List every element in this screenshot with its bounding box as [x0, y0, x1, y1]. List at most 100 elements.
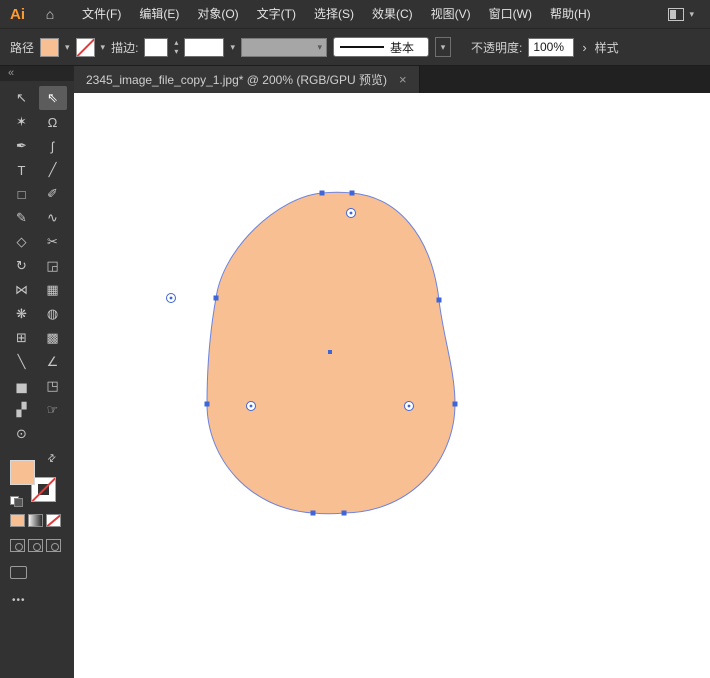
menu-bar: Ai ⌂ 文件(F) 编辑(E) 对象(O) 文字(T) 选择(S) 效果(C) 视图(V)…: [0, 0, 710, 28]
workspace-switcher[interactable]: ▾: [668, 7, 710, 21]
menu-item[interactable]: 选择(S): [305, 0, 363, 28]
document-tab-bar: 2345_image_file_copy_1.jpg* @ 200% (RGB/…: [74, 66, 710, 93]
caret-down-icon: ▾: [174, 46, 179, 56]
document-title: 2345_image_file_copy_1.jpg* @ 200% (RGB/…: [86, 73, 387, 87]
mesh-tool[interactable]: ⊞: [8, 326, 36, 350]
draw-normal-button[interactable]: [10, 539, 25, 552]
eraser-tool[interactable]: ◇: [8, 230, 36, 254]
menu-item[interactable]: 帮助(H): [541, 0, 600, 28]
corner-widget-dot: [349, 211, 353, 215]
slice-tool[interactable]: ▞: [8, 398, 36, 422]
artboard-tool[interactable]: ◳: [39, 374, 67, 398]
center-point[interactable]: [328, 350, 332, 354]
stroke-preview-line: [339, 46, 384, 48]
anchor-point[interactable]: [204, 401, 210, 407]
stroke-weight-stepper[interactable]: ▴ ▾: [174, 37, 179, 56]
anchor-point[interactable]: [341, 510, 347, 516]
anchor-point[interactable]: [213, 295, 219, 301]
draw-behind-button[interactable]: [28, 539, 43, 552]
chevron-right-icon[interactable]: ›: [582, 40, 586, 55]
stroke-weight-select[interactable]: [184, 37, 225, 57]
gradient-tool[interactable]: ▩: [39, 326, 67, 350]
corner-widget-dot: [407, 404, 411, 408]
shaper-tool[interactable]: ∿: [39, 206, 67, 230]
menu-list: 文件(F) 编辑(E) 对象(O) 文字(T) 选择(S) 效果(C) 视图(V) 窗口(W)…: [73, 0, 600, 28]
menu-item[interactable]: 视图(V): [422, 0, 480, 28]
menu-item[interactable]: 窗口(W): [480, 0, 541, 28]
none-button[interactable]: [46, 514, 61, 527]
corner-widget-dot: [249, 404, 253, 408]
scale-tool[interactable]: ◲: [39, 254, 67, 278]
column-graph-tool[interactable]: ▅: [8, 374, 36, 398]
anchor-point[interactable]: [310, 510, 316, 516]
width-profile-select: ▾: [240, 37, 327, 57]
selection-tool[interactable]: ↖: [8, 86, 36, 110]
style-label[interactable]: 样式: [595, 39, 619, 56]
close-icon[interactable]: ×: [399, 72, 407, 87]
illustrator-window: Ai ⌂ 文件(F) 编辑(E) 对象(O) 文字(T) 选择(S) 效果(C) 视图(V)…: [0, 0, 710, 678]
edit-toolbar-button[interactable]: •••: [12, 595, 74, 606]
gradient-button[interactable]: [28, 514, 43, 527]
menu-item[interactable]: 文字(T): [248, 0, 305, 28]
menu-item[interactable]: 编辑(E): [130, 0, 188, 28]
tools-panel: « ↖ ⇖ ✶ Ω ✒ ʃ T ╱ □ ✐ ✎ ∿ ◇ ✂ ↻ ◲ ⋈ ▦ ❋ ◍ ⊞ ▩ ╲ ∠ ▅ ◳ ▞ ☞ ⊙ ⇄ •••: [0, 66, 74, 678]
pen-tool[interactable]: ✒: [8, 134, 36, 158]
anchor-point[interactable]: [436, 297, 442, 303]
magic-wand-tool[interactable]: ✶: [8, 110, 36, 134]
measure-tool[interactable]: ∠: [39, 350, 67, 374]
symbol-sprayer-tool[interactable]: ❋: [8, 302, 36, 326]
eyedropper-tool[interactable]: ╲: [8, 350, 36, 374]
stroke-style-select[interactable]: 基本: [332, 37, 429, 57]
scissors-tool[interactable]: ✂: [39, 230, 67, 254]
home-icon[interactable]: ⌂: [37, 6, 63, 22]
canvas[interactable]: [74, 93, 710, 678]
drawing-mode-row: [10, 539, 74, 552]
collapse-tools-button[interactable]: «: [0, 66, 74, 81]
stroke-style-label: 基本: [389, 40, 414, 55]
stroke-color-swatch[interactable]: [75, 37, 95, 57]
rotate-tool[interactable]: ↻: [8, 254, 36, 278]
rectangle-tool[interactable]: □: [8, 182, 36, 206]
fill-stroke-indicator: ⇄: [10, 452, 59, 507]
anchor-point[interactable]: [349, 190, 355, 196]
menu-item[interactable]: 文件(F): [73, 0, 130, 28]
color-button[interactable]: [10, 514, 25, 527]
empty-slot: [39, 422, 67, 446]
app-logo: Ai: [10, 5, 25, 23]
chevron-down-icon: ▾: [317, 41, 322, 52]
draw-inside-button[interactable]: [46, 539, 61, 552]
line-segment-tool[interactable]: ╱: [39, 158, 67, 182]
blend-tool[interactable]: ◍: [39, 302, 67, 326]
menu-item[interactable]: 效果(C): [363, 0, 422, 28]
lasso-tool[interactable]: Ω: [39, 110, 67, 134]
screen-mode-button[interactable]: [10, 566, 27, 579]
default-fill-stroke-icon[interactable]: [10, 496, 23, 507]
hand-tool[interactable]: ☞: [39, 398, 67, 422]
artwork-svg: [166, 190, 458, 516]
direct-selection-tool[interactable]: ⇖: [38, 86, 67, 110]
anchor-point[interactable]: [452, 401, 458, 407]
paintbrush-tool[interactable]: ✐: [39, 182, 67, 206]
document-tab[interactable]: 2345_image_file_copy_1.jpg* @ 200% (RGB/…: [74, 66, 420, 93]
swap-fill-stroke-icon[interactable]: ⇄: [45, 452, 59, 466]
chevron-down-icon[interactable]: ▾: [230, 42, 235, 52]
free-transform-tool[interactable]: ▦: [39, 278, 67, 302]
fill-color-swatch[interactable]: [40, 37, 60, 57]
anchor-point[interactable]: [319, 190, 325, 196]
zoom-tool[interactable]: ⊙: [8, 422, 36, 446]
chevron-down-icon[interactable]: ▾: [65, 42, 70, 52]
chevron-down-icon: ▾: [440, 41, 446, 52]
curvature-tool[interactable]: ʃ: [39, 134, 67, 158]
pencil-tool[interactable]: ✎: [8, 206, 36, 230]
menu-item[interactable]: 对象(O): [188, 0, 247, 28]
stroke-weight-input[interactable]: [144, 37, 169, 57]
opacity-input[interactable]: 100%: [528, 37, 575, 57]
fill-indicator[interactable]: [10, 460, 35, 485]
tool-list: ↖ ⇖ ✶ Ω ✒ ʃ T ╱ □ ✐ ✎ ∿ ◇ ✂ ↻ ◲ ⋈ ▦ ❋ ◍ ⊞ ▩ ╲ ∠ ▅ ◳ ▞ ☞ ⊙: [0, 81, 74, 446]
width-tool[interactable]: ⋈: [8, 278, 36, 302]
chevron-down-icon[interactable]: ▾: [101, 42, 106, 52]
caret-up-icon: ▴: [174, 37, 179, 47]
stroke-style-caret[interactable]: ▾: [434, 37, 451, 57]
color-mode-row: [10, 514, 74, 527]
type-tool[interactable]: T: [8, 158, 36, 182]
